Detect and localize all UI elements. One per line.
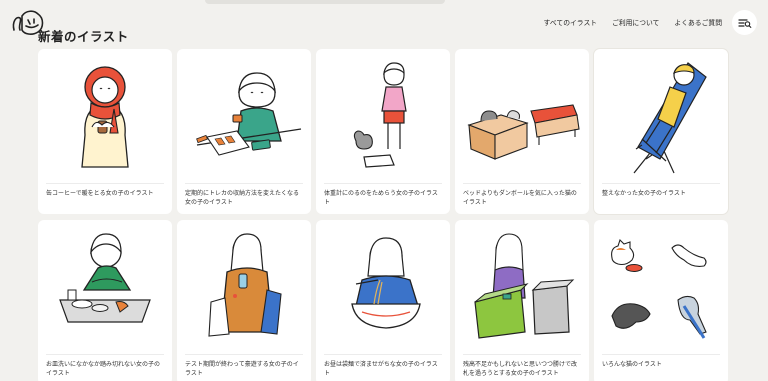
illustration-card[interactable]: いろんな猫のイラスト	[594, 220, 728, 381]
card-caption: 整えなかった女の子のイラスト	[602, 190, 686, 197]
card-caption: 残高不足かもしれないと思いつつ勝けで改札を過ろうとする女の子のイラスト	[463, 361, 578, 377]
card-divider	[46, 354, 164, 355]
menu-search-button[interactable]	[732, 10, 757, 35]
illustration-card[interactable]: 定期的にトレカの収納方法を変えたくなる女の子のイラスト	[177, 49, 311, 214]
card-divider	[602, 354, 720, 355]
cat-in-box-illustration	[467, 104, 580, 160]
card-caption: ベッドよりもダンボールを気に入った猫のイラスト	[463, 190, 577, 206]
card-caption: 定期的にトレカの収納方法を変えたくなる女の子のイラスト	[185, 190, 300, 206]
girl-shopping-bags-illustration	[208, 233, 282, 337]
illustration-card[interactable]: ベッドよりもダンボールを気に入った猫のイラスト	[455, 49, 589, 214]
card-caption: お昼は袋麺で済ませがちな女の子のイラスト	[324, 361, 438, 377]
card-divider	[324, 183, 442, 184]
card-divider	[185, 183, 303, 184]
illustration-card[interactable]: お皿洗いになかなか踏み切れない女の子のイラスト	[38, 220, 172, 381]
nav-terms-of-use[interactable]: ご利用について	[612, 17, 659, 27]
menu-search-icon	[737, 18, 751, 28]
illustration-grid: 缶コーヒーで暖をとる女の子のイラスト 定期的にトレカの収納方法を変えたくなる女の…	[38, 49, 728, 381]
card-divider	[324, 354, 442, 355]
page-title: 新着のイラスト	[38, 29, 129, 44]
card-caption: 体重計にのるのをためらう女の子のイラスト	[324, 190, 438, 206]
illustration-card[interactable]: テスト期間が終わって豪遊する女の子のイラスト	[177, 220, 311, 381]
girl-canned-coffee-illustration	[81, 66, 129, 168]
card-divider	[602, 183, 720, 184]
girl-lounge-chair-illustration	[633, 62, 707, 174]
card-caption: いろんな猫のイラスト	[602, 361, 662, 368]
top-bar-handle	[205, 0, 445, 4]
card-caption: テスト期間が終わって豪遊する女の子のイラスト	[185, 361, 299, 377]
various-cats-illustration	[611, 238, 707, 339]
card-divider	[46, 183, 164, 184]
nav-faq[interactable]: よくあるご質問	[674, 17, 722, 27]
girl-ticket-gate-illustration	[474, 233, 575, 339]
card-caption: 缶コーヒーで暖をとる女の子のイラスト	[46, 190, 154, 197]
illustration-card[interactable]: 整えなかった女の子のイラスト	[594, 49, 728, 214]
card-divider	[185, 354, 303, 355]
girl-eating-ramen-illustration	[351, 237, 421, 329]
illustration-card[interactable]: 缶コーヒーで暖をとる女の子のイラスト	[38, 49, 172, 214]
girl-trading-cards-illustration	[196, 72, 302, 156]
girl-dishwashing-illustration	[59, 233, 151, 323]
nav-all-illustrations[interactable]: すべてのイラスト	[544, 17, 598, 27]
girl-bathroom-scale-illustration	[353, 62, 407, 168]
illustration-card[interactable]: 体重計にのるのをためらう女の子のイラスト	[316, 49, 450, 214]
illustration-card[interactable]: 残高不足かもしれないと思いつつ勝けで改札を過ろうとする女の子のイラスト	[455, 220, 589, 381]
illustration-card[interactable]: お昼は袋麺で済ませがちな女の子のイラスト	[316, 220, 450, 381]
card-divider	[463, 354, 581, 355]
main-nav: すべてのイラスト ご利用について よくあるご質問	[544, 17, 722, 27]
card-divider	[463, 183, 581, 184]
card-caption: お皿洗いになかなか踏み切れない女の子のイラスト	[46, 361, 161, 377]
